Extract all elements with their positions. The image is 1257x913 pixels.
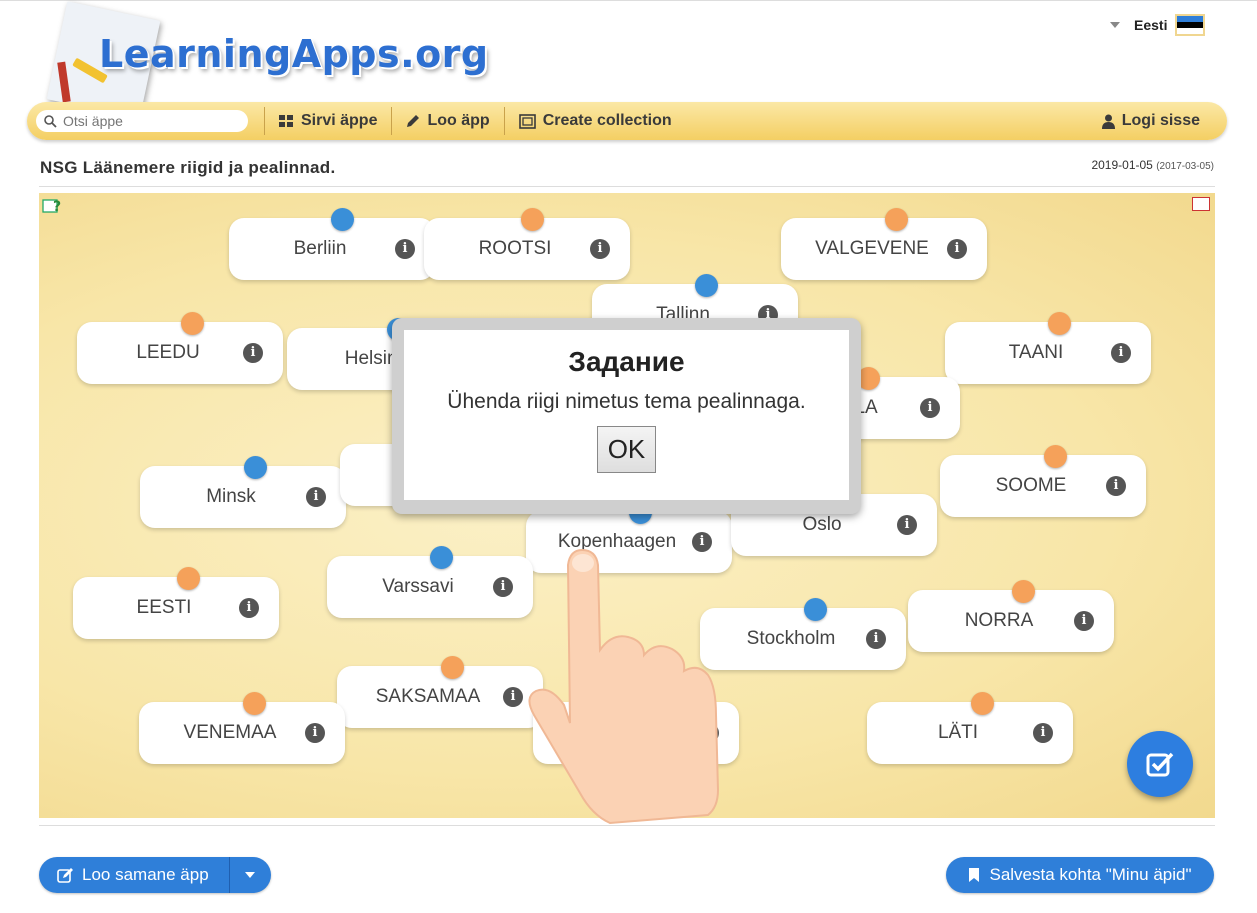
match-card[interactable]: VENEMAA i bbox=[139, 692, 345, 764]
date-created: (2017-03-05) bbox=[1156, 161, 1214, 172]
create-similar-app-group: Loo samane äpp bbox=[39, 857, 271, 893]
info-icon[interactable]: i bbox=[1106, 476, 1126, 496]
info-icon[interactable]: i bbox=[243, 343, 263, 363]
search-icon bbox=[44, 114, 57, 128]
create-similar-app-button[interactable]: Loo samane äpp bbox=[39, 857, 229, 893]
ok-button[interactable]: OK bbox=[597, 426, 656, 473]
card-label: SAKSAMAA bbox=[375, 686, 481, 707]
pencil-icon bbox=[407, 115, 420, 127]
page-title: NSG Läänemere riigid ja pealinnad. bbox=[40, 158, 336, 177]
info-icon[interactable]: i bbox=[306, 487, 326, 507]
nav-separator bbox=[503, 107, 505, 135]
save-to-my-apps-button[interactable]: Salvesta kohta "Minu äpid" bbox=[946, 857, 1214, 893]
info-icon[interactable]: i bbox=[239, 598, 259, 618]
nav-separator bbox=[264, 107, 265, 135]
date-updated: 2019-01-05 bbox=[1091, 158, 1153, 172]
app-date: 2019-01-05 (2017-03-05) bbox=[1091, 158, 1214, 172]
match-card[interactable]: TAANI i bbox=[945, 312, 1151, 384]
help-icon[interactable]: ? bbox=[42, 197, 62, 215]
info-icon[interactable]: i bbox=[947, 239, 967, 259]
task-dialog: Задание Ühenda riigi nimetus tema pealin… bbox=[392, 318, 861, 514]
search-input[interactable] bbox=[61, 112, 245, 130]
top-border bbox=[0, 0, 1257, 1]
card-label: VALGEVENE bbox=[815, 238, 929, 259]
match-card[interactable]: Berliin i bbox=[229, 208, 435, 280]
match-card[interactable]: Varssavi i bbox=[327, 546, 533, 618]
divider bbox=[39, 186, 1215, 187]
divider bbox=[39, 825, 1215, 826]
nav-browse-apps[interactable]: Sirvi äppe bbox=[279, 112, 377, 130]
info-icon[interactable]: i bbox=[493, 577, 513, 597]
nav-create-label: Loo äpp bbox=[427, 112, 490, 129]
match-card[interactable]: Stockholm i bbox=[700, 598, 906, 670]
site-logo[interactable]: LearningApps.org bbox=[44, 1, 488, 119]
card-label: EESTI bbox=[136, 597, 192, 618]
info-icon[interactable]: i bbox=[1074, 611, 1094, 631]
card-label: Varssavi bbox=[382, 576, 454, 597]
match-card[interactable]: EESTI i bbox=[73, 567, 279, 639]
grid-icon bbox=[279, 114, 293, 127]
card-label: ROOTSI bbox=[478, 238, 552, 259]
bookmark-icon bbox=[969, 868, 980, 882]
info-icon[interactable]: i bbox=[1111, 343, 1131, 363]
logo-text: LearningApps.org bbox=[99, 32, 489, 76]
language-label: Eesti bbox=[1134, 17, 1168, 33]
info-icon[interactable]: i bbox=[395, 239, 415, 259]
chevron-down-icon bbox=[1110, 22, 1120, 28]
user-icon bbox=[1101, 114, 1115, 129]
nav-login-label: Logi sisse bbox=[1121, 112, 1200, 129]
info-icon[interactable]: i bbox=[305, 723, 325, 743]
info-icon[interactable]: i bbox=[866, 629, 886, 649]
card-label: LÄTI bbox=[937, 722, 979, 743]
create-similar-label: Loo samane äpp bbox=[82, 865, 209, 884]
nav-login[interactable]: Logi sisse bbox=[1101, 112, 1200, 130]
check-answers-button[interactable] bbox=[1127, 731, 1193, 797]
match-card[interactable]: SOOME i bbox=[940, 445, 1146, 517]
match-card[interactable]: NORRA i bbox=[908, 580, 1114, 652]
checkbox-icon bbox=[1146, 752, 1174, 777]
info-icon[interactable]: i bbox=[590, 239, 610, 259]
match-card[interactable]: SAKSAMAA i bbox=[337, 656, 543, 728]
card-label: LEEDU bbox=[136, 342, 200, 363]
card-label: Berliin bbox=[293, 238, 347, 259]
save-label: Salvesta kohta "Minu äpid" bbox=[989, 865, 1192, 884]
info-icon[interactable]: i bbox=[1033, 723, 1053, 743]
button-split bbox=[229, 857, 230, 893]
svg-text:?: ? bbox=[53, 199, 61, 215]
language-selector[interactable]: Eesti bbox=[1110, 14, 1206, 36]
nav-create-app[interactable]: Loo äpp bbox=[406, 112, 490, 130]
dialog-text: Ühenda riigi nimetus tema pealinnaga. bbox=[447, 390, 806, 413]
match-card[interactable]: VALGEVENE i bbox=[781, 208, 987, 280]
info-icon[interactable]: i bbox=[897, 515, 917, 535]
task-dialog-body: Задание Ühenda riigi nimetus tema pealin… bbox=[404, 330, 849, 500]
match-card[interactable]: Minsk i bbox=[140, 456, 346, 528]
nav-bar: Sirvi äppe Loo äpp Create collection Log… bbox=[27, 102, 1227, 140]
nav-collection-label: Create collection bbox=[542, 112, 672, 129]
search-box[interactable] bbox=[36, 110, 248, 132]
match-card[interactable]: ROOTSI i bbox=[424, 208, 630, 280]
card-label: NORRA bbox=[964, 610, 1034, 631]
info-icon[interactable]: i bbox=[920, 398, 940, 418]
dialog-title: Задание bbox=[568, 346, 685, 377]
card-label: TAANI bbox=[1008, 342, 1064, 363]
card-label: VENEMAA bbox=[183, 722, 277, 743]
card-label: SOOME bbox=[995, 475, 1067, 496]
estonia-flag-icon bbox=[1175, 14, 1206, 36]
nav-browse-label: Sirvi äppe bbox=[301, 112, 378, 129]
nav-separator bbox=[391, 107, 393, 135]
collection-icon bbox=[518, 113, 536, 129]
card-label: Minsk bbox=[206, 486, 256, 507]
nav-create-collection[interactable]: Create collection bbox=[518, 112, 672, 130]
match-card[interactable]: LEEDU i bbox=[77, 312, 283, 384]
fullscreen-icon[interactable] bbox=[1192, 197, 1210, 211]
dropdown-caret-icon[interactable] bbox=[245, 872, 255, 878]
match-card[interactable]: LÄTI i bbox=[867, 692, 1073, 764]
hand-pointer-icon bbox=[528, 548, 720, 825]
edit-icon bbox=[57, 868, 73, 883]
